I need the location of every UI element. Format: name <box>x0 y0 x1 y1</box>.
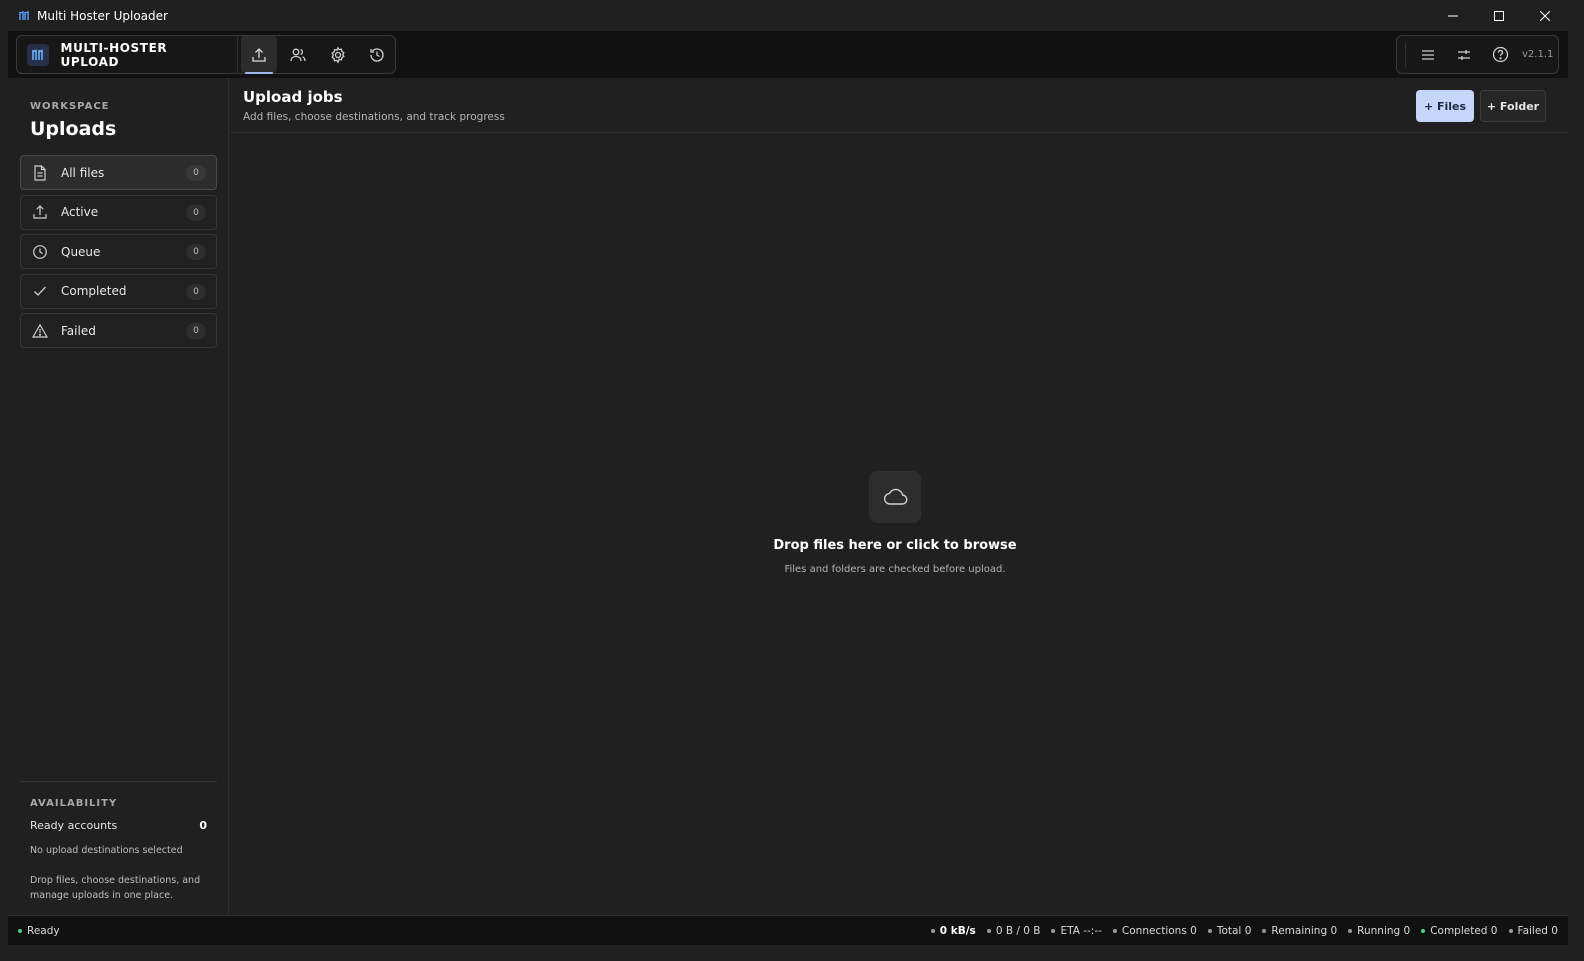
warning-icon <box>21 323 59 339</box>
stat-connections: Connections 0 <box>1112 925 1197 937</box>
sidebar-item-label: All files <box>61 165 105 180</box>
header-actions: v2.1.1 <box>1396 35 1559 74</box>
stat-remaining: Remaining 0 <box>1262 925 1337 937</box>
maximize-button[interactable] <box>1476 0 1522 31</box>
sidebar-item-failed[interactable]: Failed 0 <box>20 313 217 348</box>
menu-button[interactable] <box>1410 37 1446 73</box>
app-logo-icon <box>18 10 30 22</box>
status-ready-text: Ready <box>27 924 60 937</box>
window-controls <box>1430 0 1568 31</box>
close-button[interactable] <box>1522 0 1568 31</box>
sidebar-item-label: Failed <box>61 323 96 338</box>
minimize-button[interactable] <box>1430 0 1476 31</box>
count-badge: 0 <box>186 283 206 300</box>
status-bar: Ready 0 kB/s 0 B / 0 B ETA --:-- Connect… <box>8 915 1568 945</box>
maximize-icon <box>1494 10 1504 21</box>
sidebar-item-queue[interactable]: Queue 0 <box>20 234 217 269</box>
file-icon <box>21 164 59 181</box>
clock-icon <box>21 244 59 260</box>
status-stats: 0 kB/s 0 B / 0 B ETA --:-- Connections 0… <box>920 925 1558 937</box>
divider <box>1405 42 1406 67</box>
users-icon <box>290 48 306 61</box>
menu-icon <box>1422 49 1434 60</box>
app-header: MULTI-HOSTER UPLOAD v2.1.1 <box>8 31 1568 78</box>
sidebar-hint: Drop files, choose destinations, and man… <box>30 875 201 901</box>
adjustments-button[interactable] <box>1446 37 1482 73</box>
stat-running: Running 0 <box>1348 925 1410 937</box>
drop-subtitle: Files and folders are checked before upl… <box>784 564 1006 575</box>
sliders-icon <box>1458 49 1470 60</box>
page-subtitle: Add files, choose destinations, and trac… <box>243 111 505 123</box>
nav-upload-button[interactable] <box>240 36 278 74</box>
workspace-label: WORKSPACE <box>30 101 110 112</box>
sidebar-item-label: Queue <box>61 244 101 259</box>
page-title: Upload jobs <box>243 88 343 106</box>
window-title: Multi Hoster Uploader <box>37 8 168 23</box>
nav-accounts-button[interactable] <box>280 36 316 73</box>
brand: MULTI-HOSTER UPLOAD <box>17 36 238 73</box>
add-files-button[interactable]: + Files <box>1416 90 1474 122</box>
stat-failed: Failed 0 <box>1508 925 1558 937</box>
ready-accounts-row: Ready accounts 0 <box>30 819 207 832</box>
sidebar-item-active[interactable]: Active 0 <box>20 194 217 230</box>
status-dot-icon <box>18 928 22 933</box>
drop-zone[interactable]: Drop files here or click to browse Files… <box>230 134 1568 915</box>
stat-speed: 0 kB/s <box>930 925 976 937</box>
availability-panel: AVAILABILITY Ready accounts 0 No upload … <box>20 781 217 901</box>
nav-settings-button[interactable] <box>319 36 355 73</box>
sidebar-item-label: Completed <box>61 284 127 298</box>
sidebar-item-all-files[interactable]: All files 0 <box>20 155 217 190</box>
drop-title: Drop files here or click to browse <box>773 538 1017 553</box>
close-icon <box>1540 10 1550 21</box>
stat-eta: ETA --:-- <box>1051 925 1102 937</box>
help-button[interactable] <box>1482 37 1518 73</box>
count-badge: 0 <box>186 323 206 339</box>
upload-icon <box>21 204 59 220</box>
app-window: Multi Hoster Uploader MULTI-HOSTER UPLOA… <box>8 0 1568 953</box>
cloud-icon <box>869 471 921 523</box>
count-badge: 0 <box>186 244 206 260</box>
brand-name: MULTI-HOSTER UPLOAD <box>60 40 168 69</box>
gear-icon <box>330 45 345 64</box>
status-ready: Ready <box>8 925 60 937</box>
stat-transferred: 0 B / 0 B <box>986 925 1040 937</box>
sidebar: WORKSPACE Uploads All files 0 Active 0 Q… <box>8 78 229 915</box>
history-icon <box>370 47 384 62</box>
check-icon <box>21 283 59 299</box>
availability-label: AVAILABILITY <box>30 798 118 809</box>
sidebar-item-label: Active <box>61 205 99 219</box>
upload-icon <box>252 47 266 62</box>
main-content: Upload jobs Add files, choose destinatio… <box>230 78 1568 915</box>
stat-completed: Completed 0 <box>1421 925 1498 937</box>
main-header: Upload jobs Add files, choose destinatio… <box>230 78 1568 133</box>
minimize-icon <box>1448 15 1458 16</box>
no-destinations-text: No upload destinations selected <box>30 845 183 856</box>
workspace-title: Uploads <box>30 118 117 140</box>
ready-accounts-label: Ready accounts <box>30 819 118 832</box>
stat-total: Total 0 <box>1207 925 1251 937</box>
count-badge: 0 <box>186 204 206 221</box>
ready-accounts-value: 0 <box>199 819 207 832</box>
title-bar: Multi Hoster Uploader <box>8 0 1568 31</box>
main-nav: MULTI-HOSTER UPLOAD <box>16 35 396 74</box>
nav-history-button[interactable] <box>359 36 395 73</box>
sidebar-item-completed[interactable]: Completed 0 <box>20 273 217 309</box>
version-label: v2.1.1 <box>1522 49 1554 60</box>
sidebar-nav: All files 0 Active 0 Queue 0 Completed 0… <box>20 155 217 353</box>
help-icon <box>1492 46 1508 63</box>
brand-logo-icon <box>27 43 49 66</box>
add-folder-button[interactable]: + Folder <box>1480 90 1546 122</box>
count-badge: 0 <box>186 165 206 181</box>
